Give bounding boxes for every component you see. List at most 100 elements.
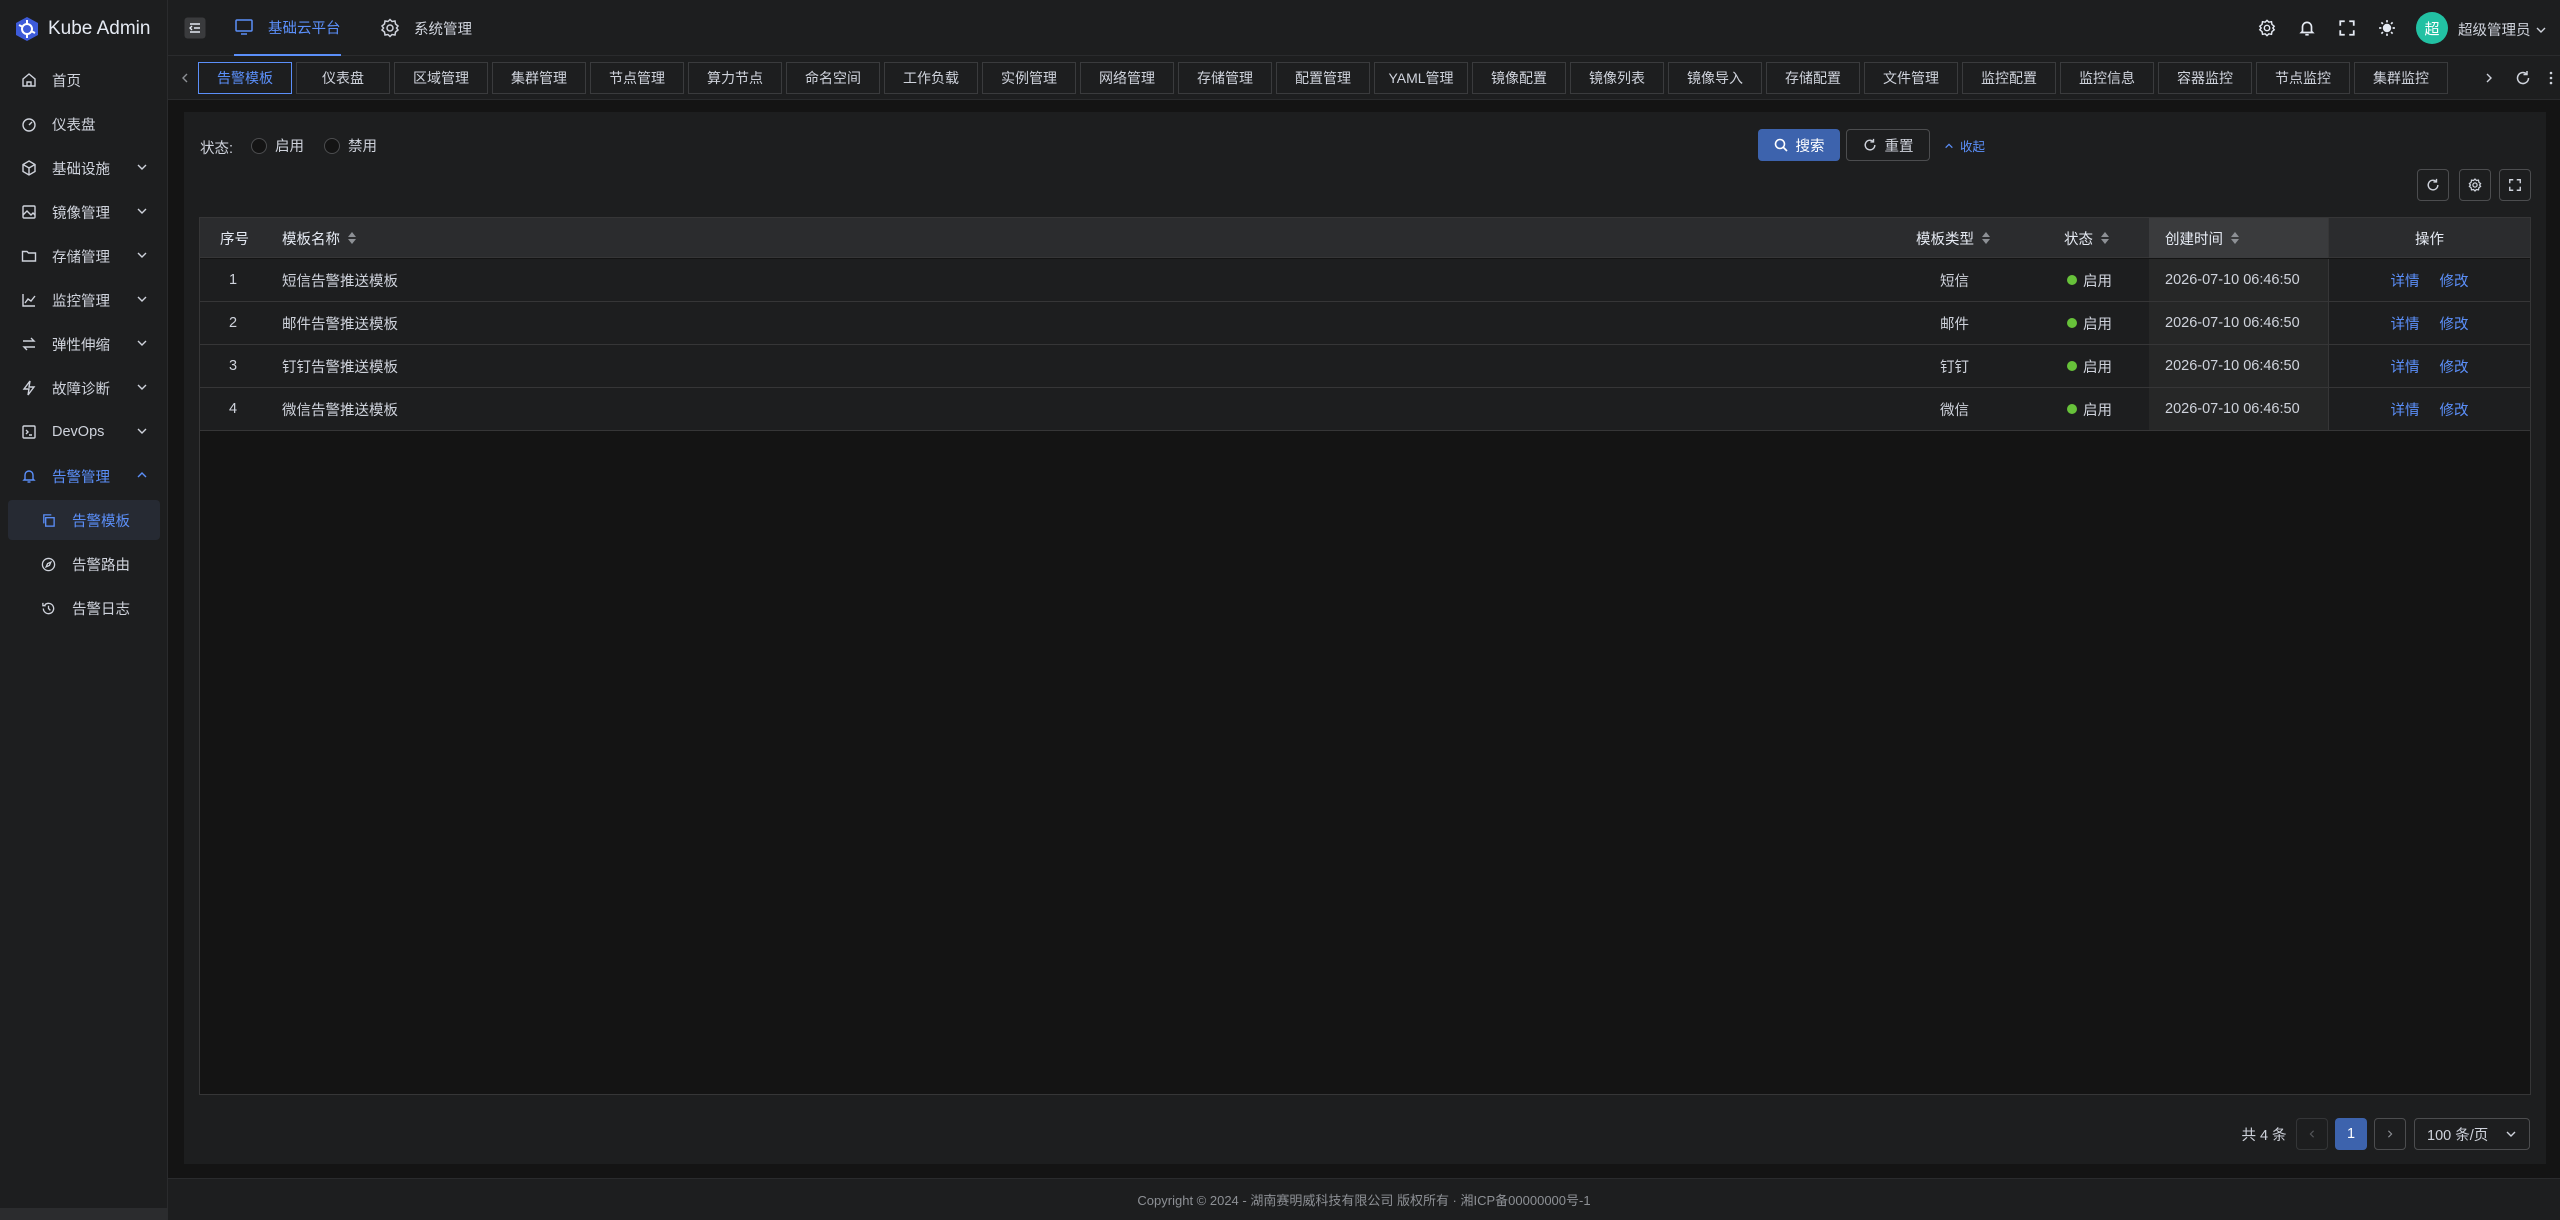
tab-item[interactable]: 命名空间 bbox=[786, 62, 880, 94]
collapse-filter-link[interactable]: 收起 bbox=[1944, 136, 1985, 155]
column-settings-button[interactable] bbox=[2459, 169, 2491, 201]
tab-item[interactable]: 存储配置 bbox=[1766, 62, 1860, 94]
cell-status: 启用 bbox=[2067, 302, 2112, 344]
sidebar-subitem-alert-logs[interactable]: 告警日志 bbox=[8, 588, 160, 628]
tab-item[interactable]: 监控配置 bbox=[1962, 62, 2056, 94]
username-label: 超级管理员 bbox=[2458, 23, 2531, 39]
pagination-prev-button[interactable] bbox=[2296, 1118, 2328, 1150]
status-ok-icon bbox=[2067, 404, 2077, 414]
column-header-name[interactable]: 模板名称 bbox=[282, 218, 356, 258]
page-size-select[interactable]: 100 条/页 bbox=[2414, 1118, 2530, 1150]
tab-item[interactable]: 存储管理 bbox=[1178, 62, 1272, 94]
user-menu[interactable]: 超级管理员 bbox=[2458, 19, 2547, 40]
sidebar-item-home[interactable]: 首页 bbox=[0, 58, 168, 102]
table-row[interactable]: 2 邮件告警推送模板 邮件 启用 2026-07-10 06:46:50 详情 修改 bbox=[200, 302, 2530, 345]
column-header-label: 模板名称 bbox=[282, 231, 340, 248]
app-logo[interactable]: Kube Admin bbox=[14, 14, 150, 44]
edit-link[interactable]: 修改 bbox=[2440, 313, 2469, 334]
edit-link[interactable]: 修改 bbox=[2440, 270, 2469, 291]
avatar[interactable]: 超 bbox=[2416, 12, 2448, 44]
tab-item[interactable]: 区域管理 bbox=[394, 62, 488, 94]
cell-template-type: 邮件 bbox=[1940, 316, 1969, 333]
sidebar-subitem-alert-routes[interactable]: 告警路由 bbox=[8, 544, 160, 584]
tab-item[interactable]: 集群管理 bbox=[492, 62, 586, 94]
refresh-tab-icon[interactable] bbox=[2505, 62, 2541, 94]
detail-link[interactable]: 详情 bbox=[2391, 356, 2420, 377]
tab-item[interactable]: 镜像导入 bbox=[1668, 62, 1762, 94]
detail-link[interactable]: 详情 bbox=[2391, 270, 2420, 291]
tab-item[interactable]: 仪表盘 bbox=[296, 62, 390, 94]
tab-item[interactable]: 文件管理 bbox=[1864, 62, 1958, 94]
more-options-icon[interactable] bbox=[2541, 62, 2560, 94]
table-row[interactable]: 1 短信告警推送模板 短信 启用 2026-07-10 06:46:50 详情 修改 bbox=[200, 259, 2530, 302]
reset-button[interactable]: 重置 bbox=[1846, 129, 1930, 161]
status-ok-icon bbox=[2067, 318, 2077, 328]
edit-link[interactable]: 修改 bbox=[2440, 399, 2469, 420]
pagination-next-button[interactable] bbox=[2374, 1118, 2406, 1150]
column-header-status[interactable]: 状态 bbox=[2064, 218, 2109, 258]
sidebar-item-monitoring[interactable]: 监控管理 bbox=[0, 278, 168, 322]
sidebar-item-storage[interactable]: 存储管理 bbox=[0, 234, 168, 278]
notification-bell-icon[interactable] bbox=[2296, 17, 2318, 39]
tab-item[interactable]: 工作负载 bbox=[884, 62, 978, 94]
tab-item[interactable]: 镜像配置 bbox=[1472, 62, 1566, 94]
chevron-right-icon bbox=[2386, 1129, 2394, 1139]
sidebar-item-diagnosis[interactable]: 故障诊断 bbox=[0, 366, 168, 410]
tab-item[interactable]: 算力节点 bbox=[688, 62, 782, 94]
tab-item[interactable]: 容器监控 bbox=[2158, 62, 2252, 94]
tab-item[interactable]: 告警模板 bbox=[198, 62, 292, 94]
tab-item[interactable]: 配置管理 bbox=[1276, 62, 1370, 94]
sort-icon[interactable] bbox=[2101, 232, 2109, 244]
sidebar-item-dashboard[interactable]: 仪表盘 bbox=[0, 102, 168, 146]
search-button[interactable]: 搜索 bbox=[1758, 129, 1840, 161]
settings-icon[interactable] bbox=[2256, 17, 2278, 39]
column-header-type[interactable]: 模板类型 bbox=[1916, 218, 1990, 258]
pagination-page-1[interactable]: 1 bbox=[2335, 1118, 2367, 1150]
table-refresh-button[interactable] bbox=[2417, 169, 2449, 201]
gear-icon bbox=[380, 18, 400, 38]
cube-icon bbox=[20, 159, 38, 177]
header-menu-system-management[interactable]: 系统管理 bbox=[380, 0, 472, 56]
table-row[interactable]: 4 微信告警推送模板 微信 启用 2026-07-10 06:46:50 详情 修改 bbox=[200, 388, 2530, 431]
sidebar-item-infrastructure[interactable]: 基础设施 bbox=[0, 146, 168, 190]
table-row[interactable]: 3 钉钉告警推送模板 钉钉 启用 2026-07-10 06:46:50 详情 修改 bbox=[200, 345, 2530, 388]
sidebar-item-images[interactable]: 镜像管理 bbox=[0, 190, 168, 234]
collapse-menu-icon[interactable] bbox=[184, 17, 206, 39]
tab-item[interactable]: 监控信息 bbox=[2060, 62, 2154, 94]
chevron-down-icon bbox=[136, 161, 148, 173]
tabs-scroll-left-icon[interactable] bbox=[180, 72, 190, 84]
tab-item[interactable]: 集群监控 bbox=[2354, 62, 2448, 94]
tab-bar: 告警模板 仪表盘 区域管理 集群管理 节点管理 算力节点 命名空间 工作负载 实例管理 网络管理存… bbox=[168, 56, 2560, 100]
fullscreen-icon[interactable] bbox=[2336, 17, 2358, 39]
reset-button-label: 重置 bbox=[1884, 138, 1914, 155]
radio-label: 禁用 bbox=[348, 139, 377, 155]
chevron-down-icon bbox=[2505, 1128, 2517, 1140]
tab-item[interactable]: YAML管理 bbox=[1374, 62, 1468, 94]
theme-sun-icon[interactable] bbox=[2376, 17, 2398, 39]
table-fullscreen-button[interactable] bbox=[2499, 169, 2531, 201]
sidebar-subitem-alert-templates[interactable]: 告警模板 bbox=[8, 500, 160, 540]
tab-item[interactable]: 镜像列表 bbox=[1570, 62, 1664, 94]
sidebar-item-alerts[interactable]: 告警管理 bbox=[0, 454, 168, 498]
status-radio-disabled[interactable]: 禁用 bbox=[324, 135, 377, 156]
status-radio-enabled[interactable]: 启用 bbox=[251, 135, 304, 156]
detail-link[interactable]: 详情 bbox=[2391, 313, 2420, 334]
tab-item[interactable]: 网络管理 bbox=[1080, 62, 1174, 94]
sort-icon[interactable] bbox=[348, 232, 356, 244]
sort-icon[interactable] bbox=[1982, 232, 1990, 244]
sidebar-item-autoscaling[interactable]: 弹性伸缩 bbox=[0, 322, 168, 366]
top-header: 基础云平台 系统管理 超 超级管理员 bbox=[168, 0, 2560, 56]
tabs-scroll-right-icon[interactable] bbox=[2473, 62, 2505, 94]
detail-link[interactable]: 详情 bbox=[2391, 399, 2420, 420]
fullscreen-icon bbox=[2508, 178, 2522, 192]
sidebar-scrollbar[interactable] bbox=[0, 1208, 168, 1220]
tab-item[interactable]: 节点监控 bbox=[2256, 62, 2350, 94]
edit-link[interactable]: 修改 bbox=[2440, 356, 2469, 377]
tab-item[interactable]: 节点管理 bbox=[590, 62, 684, 94]
header-menu-cloud-platform[interactable]: 基础云平台 bbox=[234, 0, 341, 56]
tab-item[interactable]: 实例管理 bbox=[982, 62, 1076, 94]
column-header-created[interactable]: 创建时间 bbox=[2149, 218, 2328, 258]
sort-active-icon[interactable] bbox=[2231, 232, 2239, 244]
sidebar-item-devops[interactable]: DevOps bbox=[0, 410, 168, 454]
cell-created-time: 2026-07-10 06:46:50 bbox=[2149, 259, 2328, 301]
